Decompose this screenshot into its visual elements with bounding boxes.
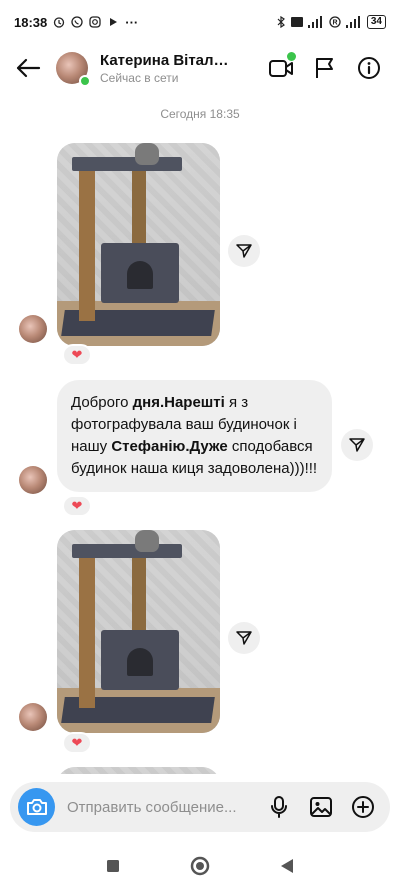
message-text-bold-2: Стефанію.Дуже bbox=[111, 438, 228, 455]
photo-message-2[interactable] bbox=[57, 530, 220, 733]
status-time: 18:38 bbox=[14, 14, 48, 30]
camera-icon bbox=[26, 799, 47, 815]
info-button[interactable] bbox=[356, 55, 382, 81]
triangle-left-icon bbox=[280, 858, 293, 873]
message-text-bold-1: дня.Нарешті bbox=[132, 394, 225, 411]
text-message[interactable]: Доброго дня.Нарешті я з фотографувала ва… bbox=[57, 380, 332, 492]
plus-circle-icon bbox=[352, 796, 374, 818]
info-icon bbox=[358, 57, 380, 79]
more-options-button[interactable] bbox=[350, 794, 376, 820]
signal-icon bbox=[307, 16, 322, 28]
contact-name: Катерина Віталі... bbox=[100, 51, 230, 69]
message-composer bbox=[10, 782, 390, 832]
camera-button[interactable] bbox=[18, 788, 55, 826]
sender-avatar[interactable] bbox=[19, 703, 47, 731]
gallery-button[interactable] bbox=[308, 794, 334, 820]
report-button[interactable] bbox=[312, 55, 338, 81]
play-icon bbox=[110, 18, 118, 26]
reaction-badge[interactable]: ❤ bbox=[62, 344, 92, 366]
status-bar: 18:38 ··· R 34 bbox=[0, 0, 400, 44]
back-nav-button[interactable] bbox=[275, 854, 299, 878]
battery-indicator: 34 bbox=[366, 15, 386, 29]
lte-icon bbox=[290, 17, 303, 27]
system-nav-bar bbox=[0, 842, 400, 889]
message-text-1: Доброго bbox=[71, 394, 133, 411]
reaction-badge[interactable]: ❤ bbox=[62, 495, 92, 517]
instagram-icon bbox=[89, 16, 101, 28]
svg-text:R: R bbox=[332, 20, 337, 27]
date-separator: Сегодня 18:35 bbox=[160, 107, 240, 121]
more-notifications-icon: ··· bbox=[125, 14, 139, 30]
home-button[interactable] bbox=[188, 854, 212, 878]
photo-message-3[interactable] bbox=[57, 767, 220, 774]
recents-button[interactable] bbox=[101, 854, 125, 878]
circle-icon bbox=[190, 856, 210, 875]
send-icon bbox=[236, 244, 252, 258]
photo-message-1[interactable] bbox=[57, 143, 220, 346]
share-button-3[interactable] bbox=[228, 622, 260, 654]
viber-icon bbox=[71, 16, 83, 28]
reaction-badge[interactable]: ❤ bbox=[62, 732, 92, 754]
bluetooth-icon bbox=[277, 16, 285, 28]
alarm-icon bbox=[54, 17, 65, 28]
registered-icon: R bbox=[329, 16, 341, 28]
square-icon bbox=[107, 859, 120, 872]
sender-avatar[interactable] bbox=[19, 466, 47, 494]
active-dot bbox=[287, 52, 296, 61]
send-icon bbox=[349, 438, 365, 452]
signal-icon-2 bbox=[345, 16, 360, 28]
contact-avatar[interactable] bbox=[56, 52, 91, 87]
message-list[interactable]: Сегодня 18:35 ❤ Доброго дня.Нарешті я з … bbox=[0, 92, 400, 774]
video-call-button[interactable] bbox=[268, 52, 296, 81]
online-indicator bbox=[79, 75, 91, 87]
share-button-2[interactable] bbox=[341, 429, 373, 461]
flag-icon bbox=[316, 58, 333, 78]
voice-message-button[interactable] bbox=[266, 794, 292, 820]
sender-avatar[interactable] bbox=[19, 315, 47, 343]
share-button-1[interactable] bbox=[228, 235, 260, 267]
send-icon bbox=[236, 631, 252, 645]
microphone-icon bbox=[271, 796, 287, 818]
back-button[interactable] bbox=[0, 44, 56, 92]
contact-info[interactable]: Катерина Віталі... Сейчас в сети bbox=[100, 52, 268, 85]
contact-status: Сейчас в сети bbox=[100, 70, 179, 85]
message-input[interactable] bbox=[55, 798, 266, 816]
image-icon bbox=[310, 797, 332, 817]
chat-header: Катерина Віталі... Сейчас в сети bbox=[0, 44, 400, 92]
arrow-left-icon bbox=[16, 58, 41, 78]
